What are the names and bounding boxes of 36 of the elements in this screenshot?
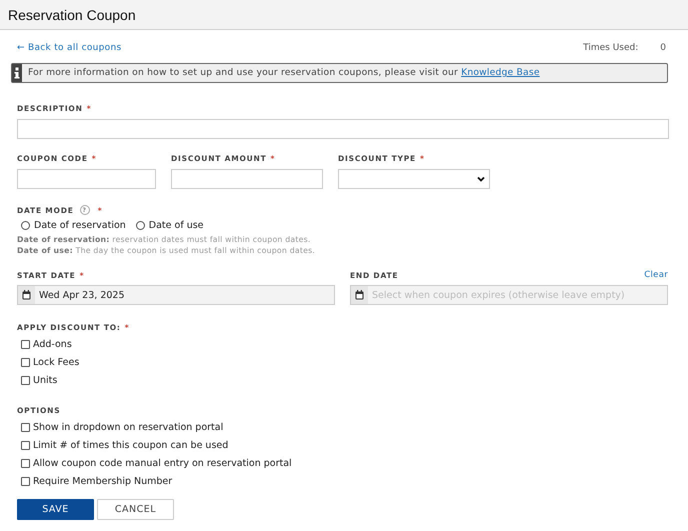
checkbox[interactable] bbox=[21, 440, 30, 450]
checkbox-label: Add-ons bbox=[33, 338, 72, 350]
calendar-icon bbox=[355, 290, 364, 300]
checkbox-label: Require Membership Number bbox=[33, 476, 172, 486]
input-field[interactable] bbox=[171, 169, 323, 189]
checkbox-label: Units bbox=[33, 374, 58, 386]
calendar-icon bbox=[22, 290, 31, 300]
checkbox[interactable] bbox=[21, 422, 30, 432]
input-field[interactable] bbox=[17, 169, 156, 189]
save-button[interactable]: SAVE bbox=[17, 499, 94, 520]
info-icon bbox=[12, 64, 22, 82]
select-field[interactable] bbox=[338, 169, 490, 189]
checkbox[interactable] bbox=[21, 476, 30, 486]
checkbox-label: Allow coupon code manual entry on reservation portal bbox=[33, 458, 292, 468]
description-field[interactable] bbox=[17, 119, 669, 139]
checkbox[interactable] bbox=[21, 458, 30, 468]
checkbox-label: Limit # of times this coupon can be used bbox=[33, 440, 228, 450]
info-text: For more information on how to set up and use your reservation coupons, please visit our Knowledge Base bbox=[27, 66, 540, 80]
checkbox[interactable] bbox=[21, 358, 30, 366]
times-used-label: Times Used: bbox=[583, 43, 638, 53]
radio-button[interactable] bbox=[136, 221, 145, 230]
radio-label: Date of reservation bbox=[34, 220, 126, 231]
checkbox[interactable] bbox=[21, 376, 30, 384]
chevron-down-icon bbox=[477, 176, 485, 182]
checkbox-label: Show in dropdown on reservation portal bbox=[33, 422, 224, 432]
radio-button[interactable] bbox=[21, 221, 30, 230]
checkbox[interactable] bbox=[21, 340, 30, 348]
cancel-button[interactable]: CANCEL bbox=[97, 499, 174, 520]
knowledge-base-link[interactable]: Knowledge Base bbox=[461, 67, 540, 78]
checkbox-label: Lock Fees bbox=[33, 356, 80, 368]
times-used-value: 0 bbox=[660, 43, 666, 53]
clear-link[interactable]: Clear bbox=[644, 270, 668, 280]
start-date-field[interactable]: Wed Apr 23, 2025 bbox=[17, 285, 335, 305]
back-link[interactable]: ← Back to all coupons bbox=[17, 43, 122, 53]
window-title: Reservation Coupon bbox=[8, 6, 136, 22]
radio-label: Date of use bbox=[148, 220, 204, 231]
